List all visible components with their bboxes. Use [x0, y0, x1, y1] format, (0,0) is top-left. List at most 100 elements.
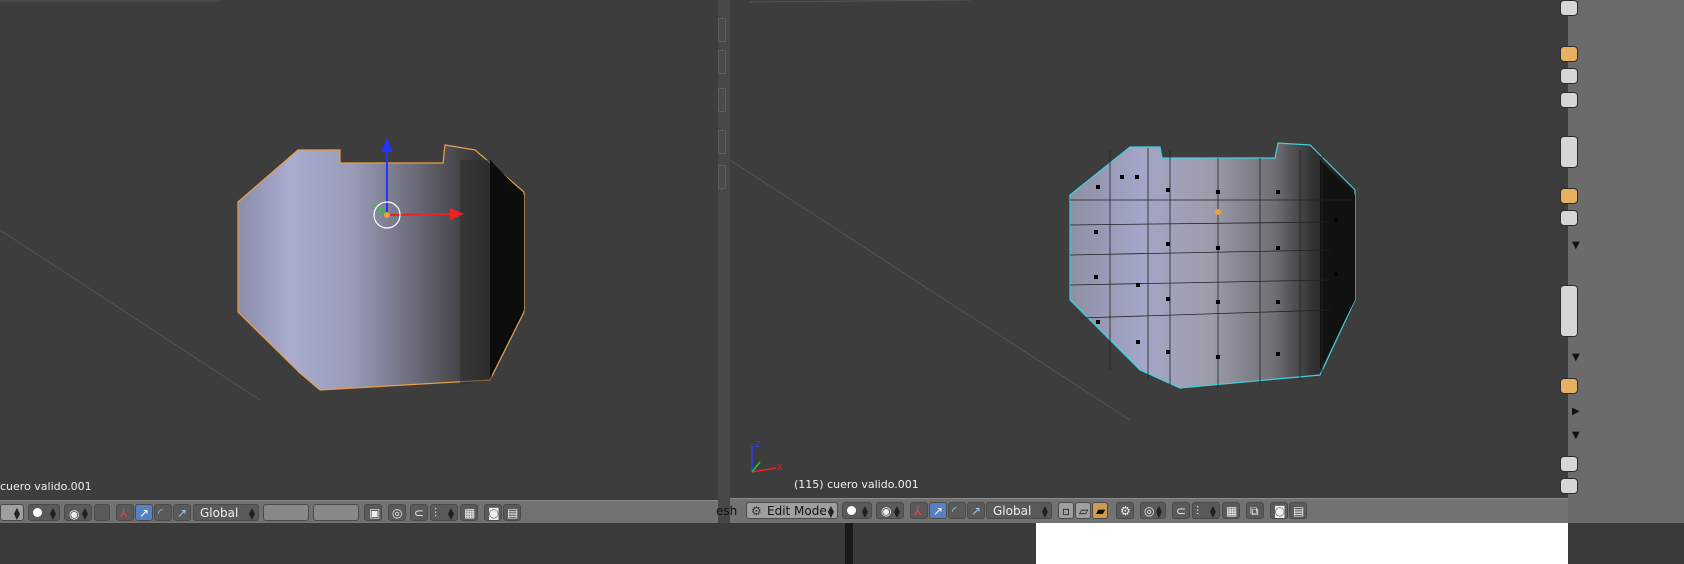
- left-viewport-header: ▲ ▼ ▲ ▼ ◉ ▲ ▼ ⅄ ↗ ◜ ↗ Global ▲ ▼ ▣ ◎ ⊂ ⫶ ▲ ▼ ▦ ◙…: [0, 500, 718, 525]
- panel-toggle[interactable]: [1560, 378, 1578, 394]
- edit-mesh-object[interactable]: [1069, 142, 1356, 389]
- scale-icon: ↗: [177, 506, 188, 520]
- mode-icon: ⚙: [751, 504, 762, 518]
- shading-select[interactable]: ▲ ▼: [842, 502, 872, 519]
- snap-icon: ⫶: [434, 506, 438, 520]
- vertex-mode-icon: ▫: [1062, 504, 1071, 518]
- vertex-select-button[interactable]: ▫: [1058, 502, 1074, 519]
- grid-top-line: [749, 0, 971, 3]
- snap-icon: ⫶: [1196, 504, 1200, 518]
- translate-icon: ↗: [139, 506, 150, 520]
- left-3d-viewport[interactable]: cuero valido.001: [0, 0, 718, 498]
- face-mode-icon: ▰: [1096, 504, 1106, 518]
- axis-z-label: Z: [755, 440, 761, 449]
- translate-button[interactable]: ↗: [135, 504, 153, 521]
- shading-select[interactable]: ▲ ▼: [28, 504, 60, 521]
- panel-toggle[interactable]: [1560, 46, 1578, 62]
- render-button[interactable]: ◙: [484, 504, 502, 521]
- panel-button[interactable]: [1560, 0, 1578, 16]
- snap-target-icon: ▦: [1226, 504, 1238, 518]
- right-3d-viewport[interactable]: Z X (115) cuero valido.001: [730, 0, 1568, 498]
- properties-panel[interactable]: ▼ ▼ ▶ ▼: [1560, 0, 1684, 564]
- pivot-select[interactable]: ◉ ▲ ▼: [64, 504, 92, 521]
- panel-toggle[interactable]: [1560, 188, 1578, 204]
- uv-sync-button[interactable]: ⧉: [1246, 502, 1264, 519]
- snap-element-select[interactable]: ⫶ ▲ ▼: [430, 504, 458, 521]
- pivot-icon: ◉: [69, 507, 80, 521]
- collapse-arrow-icon[interactable]: ▼: [1572, 240, 1580, 251]
- edge-select-button[interactable]: ▱: [1075, 502, 1091, 519]
- region-tab[interactable]: [718, 130, 726, 154]
- mode-select-partial[interactable]: ▲ ▼: [0, 504, 24, 521]
- manipulator-icon: ⅄: [120, 506, 128, 520]
- clapper-icon: ▤: [507, 506, 519, 520]
- rotate-button[interactable]: ◜: [154, 504, 172, 521]
- layers-grid-1[interactable]: [263, 504, 309, 521]
- render-anim-button[interactable]: ▤: [1289, 502, 1307, 519]
- view-axis-widget: Z X: [751, 440, 783, 473]
- orientation-select[interactable]: Global ▲ ▼: [986, 502, 1052, 519]
- panel-button[interactable]: [1560, 456, 1578, 472]
- scale-button[interactable]: ↗: [967, 502, 985, 519]
- rotate-icon: ◜: [952, 504, 957, 518]
- scrollbar-edge: [845, 523, 853, 564]
- magnet-icon: ⊂: [414, 506, 425, 520]
- snap-toggle[interactable]: ⊂: [410, 504, 428, 521]
- uv-icon: ⧉: [1250, 504, 1259, 518]
- mode-label: Edit Mode: [767, 504, 827, 518]
- layers-grid-2[interactable]: [313, 504, 359, 521]
- bottom-edge: [0, 523, 1684, 564]
- snap-element-select[interactable]: ⫶ ▲ ▼: [1192, 502, 1220, 519]
- snap-target-icon: ▦: [464, 506, 476, 520]
- panel-checkbox[interactable]: [1560, 210, 1578, 226]
- rotate-button[interactable]: ◜: [948, 502, 966, 519]
- editor-type-stub: esh: [716, 504, 738, 518]
- region-tab[interactable]: [718, 18, 726, 42]
- collapse-arrow-icon[interactable]: ▼: [1572, 430, 1580, 441]
- shading-sphere-icon: [33, 508, 42, 517]
- mesh-shadow-side: [460, 160, 492, 385]
- expand-arrow-icon[interactable]: ▶: [1572, 406, 1580, 417]
- panel-field[interactable]: [1560, 136, 1578, 168]
- right-viewport-header: esh ⚙ Edit Mode ▲ ▼ ▲ ▼ ◉ ▲ ▼ ⅄ ↗ ◜ ↗ Global…: [716, 498, 1568, 523]
- face-select-button[interactable]: ▰: [1092, 502, 1108, 519]
- proportional-edit-button[interactable]: ◎: [388, 504, 406, 521]
- manipulator-toggle[interactable]: ⅄: [116, 504, 134, 521]
- snap-target-button[interactable]: ▦: [460, 504, 478, 521]
- proportional-edit-select[interactable]: ◎ ▲ ▼: [1140, 502, 1166, 519]
- layer-icon: ▣: [369, 506, 381, 520]
- orientation-select[interactable]: Global ▲ ▼: [193, 504, 259, 521]
- manipulator-icon: ⅄: [914, 504, 922, 518]
- translate-button[interactable]: ↗: [929, 502, 947, 519]
- limit-selection-button[interactable]: ⚙: [1116, 502, 1134, 519]
- grid-floor-line: [0, 229, 261, 401]
- area-divider[interactable]: [718, 0, 730, 564]
- pivot-select[interactable]: ◉ ▲ ▼: [876, 502, 904, 519]
- panel-checkbox[interactable]: [1560, 68, 1578, 84]
- clapper-icon: ▤: [1293, 504, 1305, 518]
- panel-checkbox[interactable]: [1560, 92, 1578, 108]
- snap-target-button[interactable]: ▦: [1222, 502, 1240, 519]
- pivot-icon: ◉: [881, 504, 892, 518]
- region-tab[interactable]: [718, 165, 726, 189]
- render-anim-button[interactable]: ▤: [503, 504, 521, 521]
- translate-icon: ↗: [933, 504, 944, 518]
- manipulator-toggle[interactable]: ⅄: [910, 502, 928, 519]
- snap-toggle[interactable]: ⊂: [1172, 502, 1190, 519]
- rotate-icon: ◜: [158, 506, 163, 520]
- collapse-arrow-icon[interactable]: ▼: [1572, 352, 1580, 363]
- region-tab[interactable]: [718, 50, 726, 74]
- x-axis-handle[interactable]: [386, 213, 453, 216]
- panel-checkbox[interactable]: [1560, 478, 1578, 494]
- layer-lock-button[interactable]: ▣: [364, 504, 382, 521]
- only-origins-toggle[interactable]: [94, 504, 110, 521]
- scale-icon: ↗: [971, 504, 982, 518]
- z-arrow-icon[interactable]: [381, 138, 393, 152]
- mode-select[interactable]: ⚙ Edit Mode ▲ ▼: [746, 502, 838, 519]
- region-tab[interactable]: [718, 88, 726, 112]
- render-button[interactable]: ◙: [1270, 502, 1288, 519]
- scale-button[interactable]: ↗: [173, 504, 191, 521]
- occlude-icon: ⚙: [1120, 504, 1131, 518]
- proportional-icon: ◎: [392, 506, 403, 520]
- panel-field[interactable]: [1560, 285, 1578, 337]
